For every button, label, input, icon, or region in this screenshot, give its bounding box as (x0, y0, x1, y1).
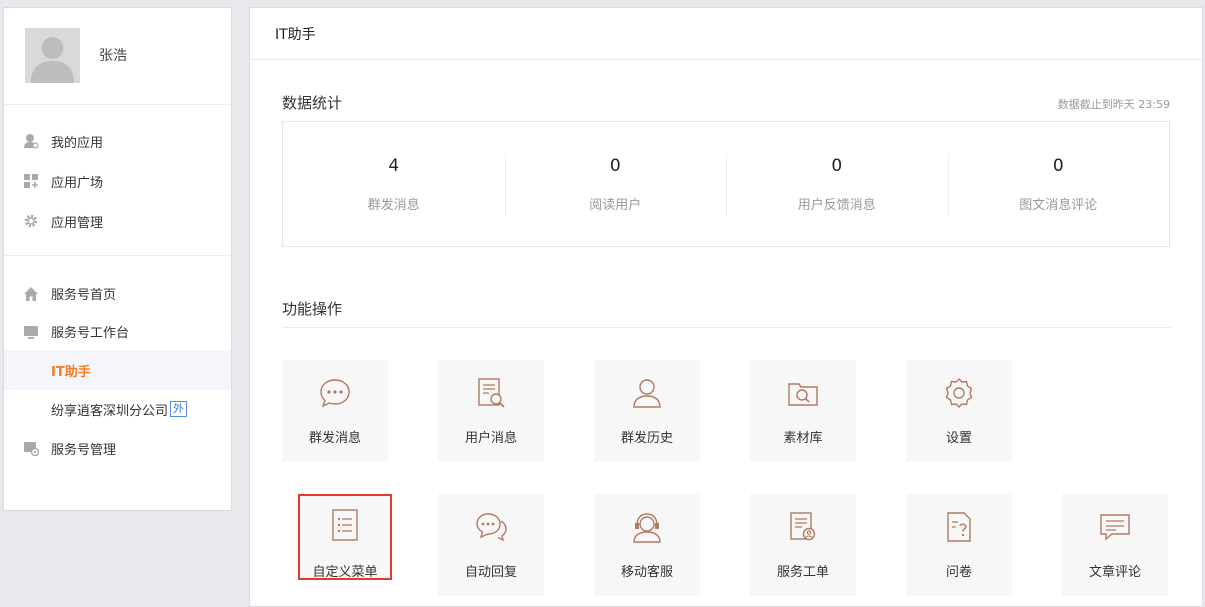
main-panel: IT助手 数据统计 数据截止到昨天 23:59 4 群发消息 0 阅读用户 0 … (249, 7, 1203, 607)
tile-settings[interactable]: 设置 (906, 360, 1012, 462)
manage-icon (23, 440, 40, 457)
chat-bubble-icon (320, 379, 350, 408)
tile-label: 用户消息 (464, 431, 517, 446)
sidebar-item-app-manage[interactable]: 应用管理 (4, 201, 231, 241)
sidebar-item-service-home[interactable]: 服务号首页 (4, 274, 231, 312)
home-icon (23, 286, 39, 302)
gear-icon (23, 213, 39, 229)
sidebar: 张浩 我的应用 应用广场 应用管理 服务号首页 服务号工作台 IT助手 纷享逍客… (3, 7, 232, 511)
stats-title: 数据统计 (282, 94, 343, 112)
tile-group-message[interactable]: 群发消息 (282, 360, 388, 462)
headset-icon (633, 513, 661, 543)
stat-value: 0 (831, 156, 843, 176)
sidebar-item-service-manage[interactable]: 服务号管理 (4, 428, 231, 468)
questionnaire-icon (947, 512, 971, 542)
sidebar-item-label: 纷享逍客深圳分公司 (51, 403, 169, 419)
tile-group-history[interactable]: 群发历史 (594, 360, 700, 462)
tile-auto-reply[interactable]: 自动回复 (438, 494, 544, 596)
tile-mobile-service[interactable]: 移动客服 (594, 494, 700, 596)
stats-timestamp: 数据截止到昨天 23:59 (1057, 98, 1170, 111)
tile-label: 素材库 (783, 431, 823, 446)
stat-label: 图文消息评论 (1019, 198, 1098, 213)
tile-label: 群发消息 (308, 431, 361, 446)
sidebar-item-my-apps[interactable]: 我的应用 (4, 121, 231, 161)
tile-questionnaire[interactable]: 问卷 (906, 494, 1012, 596)
folder-search-icon (788, 383, 818, 406)
tile-user-message[interactable]: 用户消息 (438, 360, 544, 462)
stat-user-feedback: 0 用户反馈消息 (726, 122, 948, 246)
monitor-icon (23, 324, 39, 340)
tile-label: 自动回复 (464, 565, 517, 580)
sidebar-item-shenzhen-branch[interactable]: 纷享逍客深圳分公司 外 (4, 390, 231, 428)
stat-value: 0 (609, 156, 621, 176)
stat-article-comments: 0 图文消息评论 (947, 122, 1170, 246)
tile-label: 服务工单 (776, 565, 829, 580)
tile-material-library[interactable]: 素材库 (750, 360, 856, 462)
work-order-icon (790, 512, 816, 541)
divider (282, 327, 1171, 328)
sidebar-item-app-plaza[interactable]: 应用广场 (4, 161, 231, 201)
tile-label: 问卷 (945, 565, 972, 580)
external-badge: 外 (170, 401, 188, 417)
tile-article-comment[interactable]: 文章评论 (1062, 494, 1168, 596)
my-apps-icon (23, 133, 39, 149)
stat-label: 群发消息 (367, 198, 420, 213)
sidebar-item-service-workbench[interactable]: 服务号工作台 (4, 312, 231, 350)
app-plaza-icon (23, 173, 39, 189)
sidebar-item-label: 应用广场 (51, 175, 104, 191)
page-title: IT助手 (250, 8, 1202, 60)
nav-group-service: 服务号首页 服务号工作台 IT助手 纷享逍客深圳分公司 外 服务号管理 (4, 256, 231, 482)
user-icon (633, 379, 661, 408)
sidebar-item-label: 应用管理 (51, 215, 104, 231)
tile-label: 自定义菜单 (312, 565, 378, 580)
sidebar-item-label: 我的应用 (51, 135, 104, 151)
tile-custom-menu[interactable]: 自定义菜单 (298, 494, 392, 580)
ops-title: 功能操作 (282, 300, 343, 318)
sidebar-item-label: 服务号首页 (51, 287, 117, 303)
user-profile: 张浩 (4, 8, 231, 105)
tile-label: 文章评论 (1088, 565, 1141, 580)
stat-label: 用户反馈消息 (797, 198, 876, 213)
stats-box: 4 群发消息 0 阅读用户 0 用户反馈消息 0 图文消息评论 (282, 121, 1170, 247)
stat-read-users: 0 阅读用户 (504, 122, 727, 246)
tile-label: 移动客服 (620, 565, 673, 580)
double-chat-icon (476, 513, 507, 542)
stat-value: 4 (388, 156, 400, 176)
avatar[interactable] (25, 28, 80, 83)
stat-label: 阅读用户 (589, 198, 642, 213)
stat-value: 0 (1052, 156, 1064, 176)
tile-work-order[interactable]: 服务工单 (750, 494, 856, 596)
tile-label: 设置 (945, 431, 972, 446)
stat-group-messages: 4 群发消息 (283, 122, 505, 246)
document-search-icon (478, 378, 505, 408)
sidebar-item-label: 服务号管理 (51, 442, 117, 458)
nav-group-apps: 我的应用 应用广场 应用管理 (4, 105, 231, 256)
sidebar-item-it-assistant[interactable]: IT助手 (4, 350, 231, 390)
sidebar-item-label: IT助手 (51, 364, 91, 380)
sidebar-item-label: 服务号工作台 (51, 325, 130, 341)
menu-list-icon (332, 509, 358, 541)
comment-icon (1100, 514, 1130, 541)
tile-label: 群发历史 (620, 431, 673, 446)
settings-icon (945, 378, 973, 408)
user-name: 张浩 (99, 48, 127, 64)
